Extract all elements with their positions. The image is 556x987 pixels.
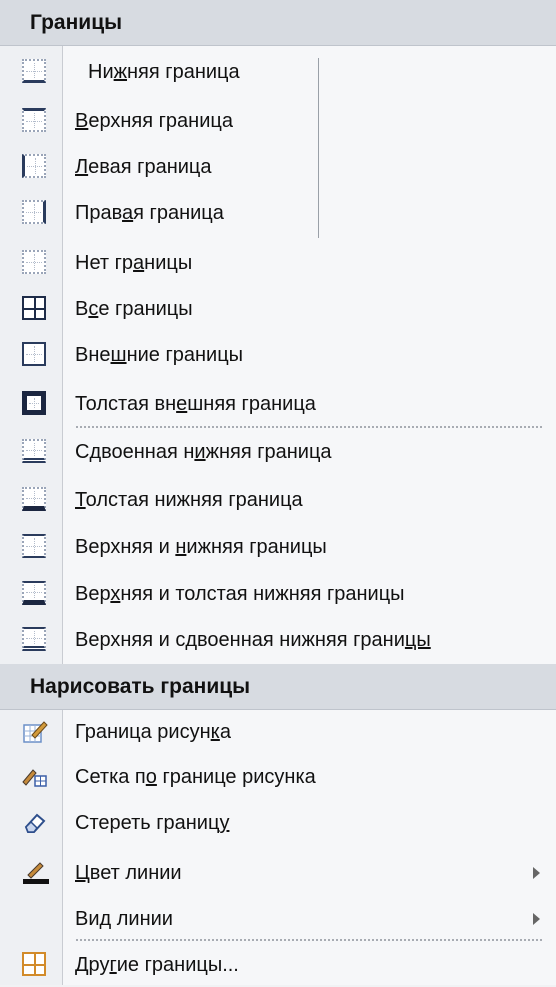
menu-item-label: Толстая нижняя граница	[75, 489, 303, 511]
menu-item-top-bottom-border[interactable]: Верхняя и нижняя границы	[0, 525, 556, 569]
double-bottom-border-icon	[22, 439, 46, 463]
thick-bottom-border-icon	[22, 487, 46, 511]
menu-item-outside-borders[interactable]: Внешние границы	[0, 333, 556, 377]
menu-item-label: Правая граница	[75, 202, 224, 224]
separator	[76, 426, 542, 428]
menu-item-top-border[interactable]: Верхняя граница	[0, 99, 556, 143]
submenu-arrow-icon	[533, 913, 540, 925]
menu-item-top-double-bottom-border[interactable]: Верхняя и сдвоенная нижняя границы	[0, 618, 556, 662]
menu-item-label: Верхняя граница	[75, 110, 233, 132]
menu-item-no-border[interactable]: Нет границы	[0, 241, 556, 285]
line-color-icon	[22, 860, 49, 884]
submenu-arrow-icon	[533, 867, 540, 879]
menu-item-top-thick-bottom-border[interactable]: Верхняя и толстая нижняя границы	[0, 572, 556, 616]
menu-item-bottom-border[interactable]: Нижняя граница	[0, 50, 556, 94]
menu-item-label: Другие границы...	[75, 954, 239, 976]
right-border-icon	[22, 200, 46, 224]
menu-item-double-bottom-border[interactable]: Сдвоенная нижняя граница	[0, 430, 556, 474]
eraser-icon	[22, 810, 46, 834]
menu-item-label: Сдвоенная нижняя граница	[75, 441, 332, 463]
outside-borders-icon	[22, 342, 46, 366]
no-border-icon	[22, 250, 46, 274]
top-double-bottom-border-icon	[22, 627, 46, 651]
menu-item-all-borders[interactable]: Все границы	[0, 287, 556, 331]
menu-item-label: Верхняя и сдвоенная нижняя границы	[75, 629, 431, 651]
menu-item-label: Толстая внешняя граница	[75, 393, 316, 415]
draw-border-icon	[22, 719, 48, 743]
borders-dropdown-menu: Границы Нижняя граница Верхняя граница Л…	[0, 0, 556, 985]
section-header-draw-borders: Нарисовать границы	[0, 664, 556, 710]
menu-item-line-style[interactable]: Вид линии	[0, 897, 556, 941]
menu-item-label: Нет границы	[75, 252, 193, 274]
menu-item-thick-box-border[interactable]: Толстая внешняя граница	[0, 382, 556, 426]
separator	[76, 939, 542, 941]
menu-item-label: Стереть границу	[75, 812, 230, 834]
menu-item-erase-border[interactable]: Стереть границу	[0, 801, 556, 845]
top-thick-bottom-border-icon	[22, 581, 46, 605]
menu-item-thick-bottom-border[interactable]: Толстая нижняя граница	[0, 478, 556, 522]
menu-item-label: Сетка по границе рисунка	[75, 766, 316, 788]
menu-item-right-border[interactable]: Правая граница	[0, 191, 556, 235]
more-borders-icon	[22, 952, 46, 976]
thick-box-border-icon	[22, 391, 46, 415]
menu-item-label: Цвет линии	[75, 862, 182, 884]
menu-item-label: Все границы	[75, 298, 193, 320]
bottom-border-icon	[22, 59, 46, 83]
draw-border-grid-icon	[22, 764, 47, 788]
menu-item-draw-border[interactable]: Граница рисунка	[0, 710, 556, 754]
menu-item-left-border[interactable]: Левая граница	[0, 145, 556, 189]
menu-item-label: Левая граница	[75, 156, 212, 178]
top-bottom-border-icon	[22, 534, 46, 558]
menu-item-label: Граница рисунка	[75, 721, 231, 743]
section-header-borders: Границы	[0, 0, 556, 46]
menu-item-more-borders[interactable]: Другие границы...	[0, 943, 556, 987]
menu-item-label: Верхняя и нижняя границы	[75, 536, 327, 558]
top-border-icon	[22, 108, 46, 132]
left-border-icon	[22, 154, 46, 178]
menu-item-label: Нижняя граница	[88, 61, 240, 83]
menu-item-line-color[interactable]: Цвет линии	[0, 851, 556, 895]
menu-item-draw-border-grid[interactable]: Сетка по границе рисунка	[0, 755, 556, 799]
menu-item-label: Верхняя и толстая нижняя границы	[75, 583, 405, 605]
menu-item-label: Вид линии	[75, 908, 173, 930]
all-borders-icon	[22, 296, 46, 320]
menu-item-label: Внешние границы	[75, 344, 244, 366]
